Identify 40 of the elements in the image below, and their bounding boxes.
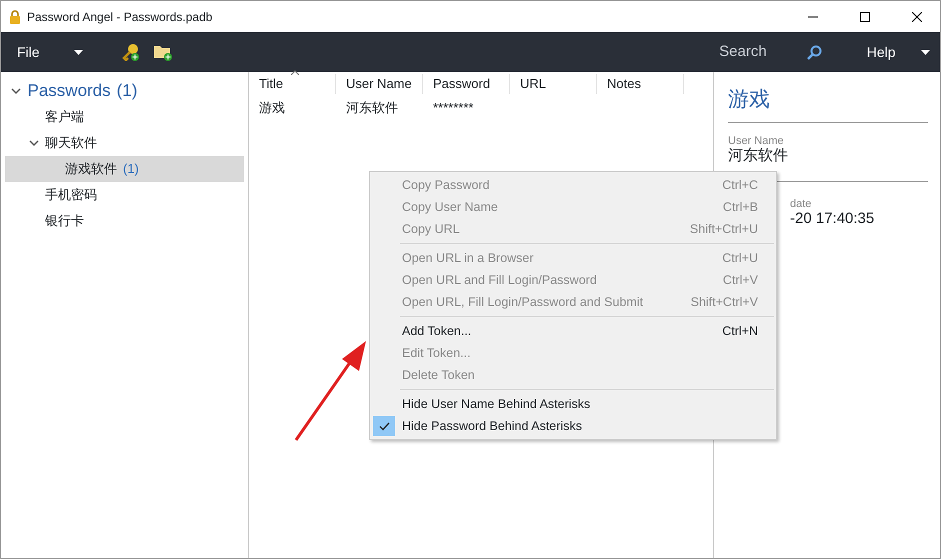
lock-icon xyxy=(9,10,21,24)
menu-item[interactable]: Add Token... Ctrl+N xyxy=(370,320,776,342)
chevron-down-icon[interactable] xyxy=(11,86,21,96)
field-label: date xyxy=(790,198,812,210)
table-cell: 游戏 xyxy=(259,100,285,116)
chevron-down-icon[interactable] xyxy=(29,138,39,148)
detail-title: 游戏 xyxy=(728,84,928,122)
item-count: (1) xyxy=(116,80,138,102)
help-menu[interactable]: Help xyxy=(860,40,902,64)
add-key-icon[interactable] xyxy=(122,43,140,61)
close-icon[interactable] xyxy=(912,12,922,22)
sort-icon xyxy=(291,70,299,76)
file-menu[interactable]: File xyxy=(11,40,46,64)
table-cell: ******** xyxy=(433,100,474,116)
column-header[interactable]: Password xyxy=(423,74,510,94)
caret-icon[interactable] xyxy=(74,50,83,56)
field-value: -20 17:40:35 xyxy=(790,210,876,228)
table-cell: 河东软件 xyxy=(346,100,398,116)
tree-item[interactable]: 手机密码 xyxy=(5,182,244,208)
search-icon[interactable] xyxy=(806,44,822,61)
maximize-icon[interactable] xyxy=(860,12,870,22)
search-field[interactable]: Search xyxy=(719,40,767,64)
tree-item[interactable]: 游戏软件 (1) xyxy=(5,156,244,182)
tree-item[interactable]: 银行卡 xyxy=(5,208,244,234)
column-header[interactable]: Title xyxy=(249,74,336,94)
menu-item[interactable]: Hide Password Behind Asterisks xyxy=(370,415,776,437)
menu-item[interactable]: Hide User Name Behind Asterisks xyxy=(370,393,776,415)
window-title: Password Angel - Passwords.padb xyxy=(27,8,214,26)
tree-item[interactable]: 聊天软件 xyxy=(5,130,244,156)
field-label: User Name xyxy=(728,134,785,147)
column-header[interactable]: User Name xyxy=(336,74,423,94)
caret-icon[interactable] xyxy=(921,50,930,56)
tree-item[interactable]: 客户端 xyxy=(5,104,244,130)
column-header[interactable]: Notes xyxy=(597,74,684,94)
column-header[interactable]: URL xyxy=(510,74,597,94)
tree-root[interactable]: Passwords xyxy=(28,78,111,104)
context-menu[interactable] xyxy=(369,171,777,440)
add-folder-icon[interactable] xyxy=(152,43,173,61)
field-value: 河东软件 xyxy=(728,146,789,165)
check-icon xyxy=(378,422,390,430)
